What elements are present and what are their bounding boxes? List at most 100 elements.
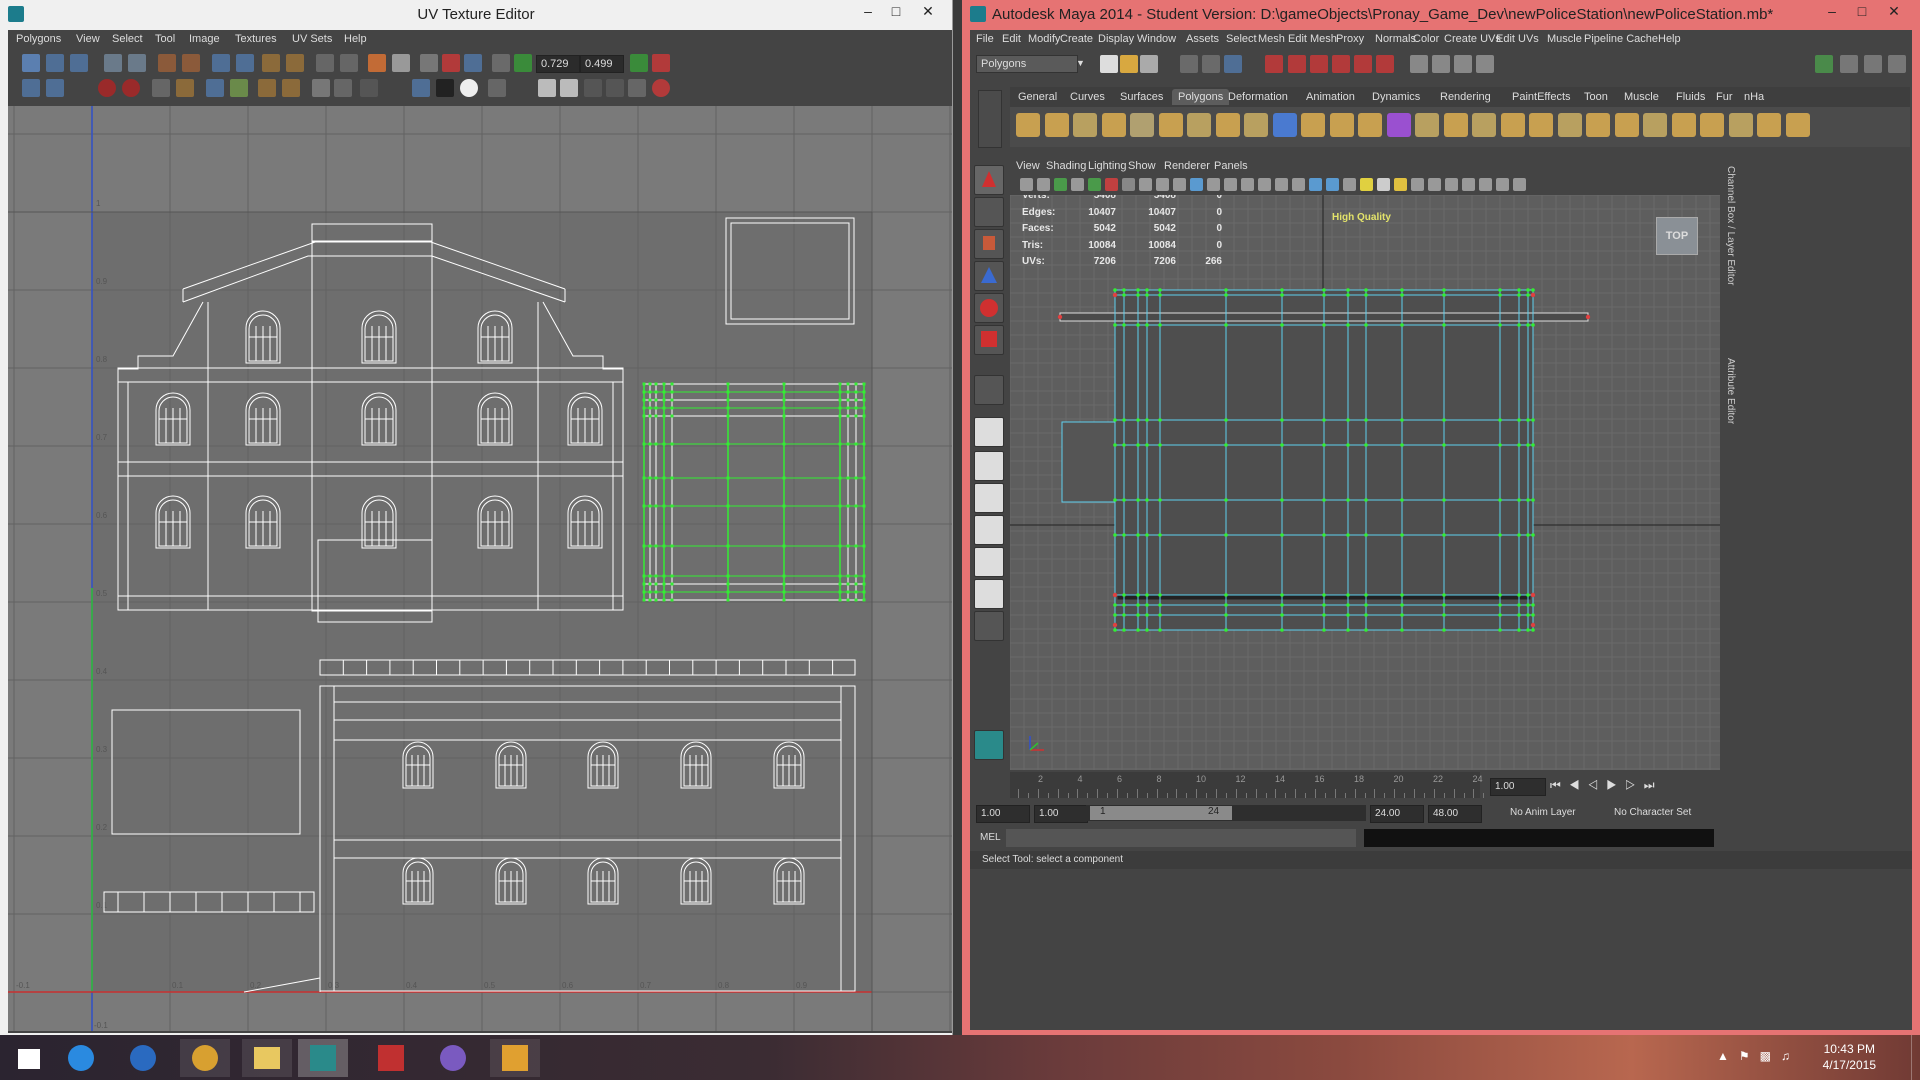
panel-tool-19-icon[interactable] [1343,178,1356,191]
panel-tool-9-icon[interactable] [1173,178,1186,191]
render-settings-icon[interactable] [1476,55,1494,73]
file-explorer-icon[interactable] [242,1039,292,1077]
panel-tool-7-icon[interactable] [1139,178,1152,191]
layout-hypershade-icon[interactable] [974,579,1004,609]
shelf-cylinder-icon[interactable] [1073,113,1097,137]
shelf-tab-curves[interactable]: Curves [1064,89,1111,105]
shade-uv-icon[interactable] [412,79,430,97]
close-button[interactable]: ✕ [910,0,946,24]
shelf-tab-general[interactable]: General [1012,89,1063,105]
distribute-icon[interactable] [258,79,276,97]
snap-curve-icon[interactable] [1288,55,1306,73]
unpin-icon[interactable] [334,79,352,97]
magnet-icon[interactable] [442,54,460,72]
panel-tool-24-icon[interactable] [1428,178,1441,191]
panel-tool-21-icon[interactable] [1377,178,1390,191]
uv-menu-help[interactable]: Help [344,33,367,45]
maximize-button[interactable]: □ [878,0,914,24]
maximize-button[interactable]: □ [1844,0,1880,24]
uv-menu-tool[interactable]: Tool [155,33,175,45]
mode-dropdown[interactable]: Polygons [976,55,1078,73]
rotate-cw-icon[interactable] [182,54,200,72]
maya-menu-window[interactable]: Window [1137,33,1176,45]
shelf-split-icon[interactable] [1500,113,1525,137]
layout-single-icon[interactable] [974,417,1004,447]
shelf-combine-icon[interactable] [1643,113,1667,137]
chrome-icon[interactable] [180,1039,230,1077]
red-circle2-icon[interactable] [122,79,140,97]
panel-tool-14-icon[interactable] [1258,178,1271,191]
shelf-plane-icon[interactable] [1130,113,1154,137]
panel-tool-29-icon[interactable] [1513,178,1526,191]
new-scene-icon[interactable] [1100,55,1118,73]
refresh-icon[interactable] [630,54,648,72]
internet-explorer-icon[interactable] [56,1039,106,1077]
rotate-tool-icon[interactable] [974,293,1004,323]
maya-menu-edit-mesh[interactable]: Edit Mesh [1288,33,1337,45]
panel-menu-renderer[interactable]: Renderer [1164,160,1210,172]
maya-menu-create[interactable]: Create [1060,33,1093,45]
maya-menu-pipeline-cache[interactable]: Pipeline Cache [1584,33,1658,45]
cut-uv-icon[interactable] [212,54,230,72]
lasso-tool-icon[interactable] [974,197,1004,227]
shelf-sphere-icon[interactable] [1016,113,1040,137]
u-value-field[interactable]: 0.729 [536,55,580,73]
v-value-field[interactable]: 0.499 [580,55,624,73]
mel-label[interactable]: MEL [980,832,1001,843]
panel-tool-25-icon[interactable] [1445,178,1458,191]
shelf-extrude-icon[interactable] [1415,113,1439,137]
shelf-tab-animation[interactable]: Animation [1300,89,1361,105]
copy-uv-icon[interactable] [514,54,532,72]
layout-icon[interactable] [1840,55,1858,73]
office-icon[interactable] [366,1039,416,1077]
red-dot-icon[interactable] [652,79,670,97]
panel-tool-5-icon[interactable] [1105,178,1118,191]
maya-menu-edit-uvs[interactable]: Edit UVs [1496,33,1539,45]
panel-menu-lighting[interactable]: Lighting [1088,160,1127,172]
smudge-icon[interactable] [152,79,170,97]
panel-menu-shading[interactable]: Shading [1046,160,1086,172]
panel-tool-6-icon[interactable] [1122,178,1135,191]
shelf-separate-icon[interactable] [1671,113,1696,137]
grid-toggle-icon[interactable] [420,54,438,72]
maya-menu-select[interactable]: Select [1226,33,1257,45]
paint-select-icon[interactable] [974,229,1004,259]
unfold-icon[interactable] [176,79,194,97]
snap-pixel-icon[interactable] [464,54,482,72]
panel-tool-22-icon[interactable] [1394,178,1407,191]
channel-box-icon[interactable] [1864,55,1882,73]
windows-start-icon[interactable] [4,1039,54,1077]
alpha-icon[interactable] [460,79,478,97]
panel-tool-18-icon[interactable] [1326,178,1339,191]
panel-tool-12-icon[interactable] [1224,178,1237,191]
uv-menu-image[interactable]: Image [189,33,220,45]
snap-live-icon[interactable] [1354,55,1372,73]
grey-block-icon[interactable] [606,79,624,97]
panel-tool-11-icon[interactable] [1207,178,1220,191]
red-circle-icon[interactable] [98,79,116,97]
copy-icon[interactable] [538,79,556,97]
shelf-merge-icon[interactable] [1614,113,1639,137]
maya-menu-file[interactable]: File [976,33,994,45]
shelf-options-icon[interactable] [978,90,1002,148]
uv-menu-view[interactable]: View [76,33,100,45]
shelf-torus-icon[interactable] [1158,113,1183,137]
shelf-tab-fur[interactable]: Fur [1710,89,1739,105]
shelf-tab-fluids[interactable]: Fluids [1670,89,1711,105]
relative-icon[interactable] [652,54,670,72]
top-viewport[interactable]: Verts: 5408 5408 0 Edges: 10407 10407 0 Faces: 50… [1010,195,1720,770]
shelf-tab-painteffects[interactable]: PaintEffects [1506,89,1577,105]
maya-menu-mesh[interactable]: Mesh [1258,33,1285,45]
show-hide-icon[interactable] [1815,55,1833,73]
straighten-icon[interactable] [206,79,224,97]
panel-tool-0-icon[interactable] [1020,178,1033,191]
paste-icon[interactable] [560,79,578,97]
maya-taskbar-icon[interactable] [298,1039,348,1077]
app-cat-icon[interactable] [428,1039,478,1077]
clock[interactable]: 10:43 PM 4/17/2015 [1823,1041,1876,1073]
paint-app-icon[interactable] [490,1039,540,1077]
shelf-smooth-icon[interactable] [1700,113,1724,137]
panel-tool-17-icon[interactable] [1309,178,1322,191]
shelf-platonic-icon[interactable] [1358,113,1382,137]
select-object-icon[interactable] [1202,55,1220,73]
